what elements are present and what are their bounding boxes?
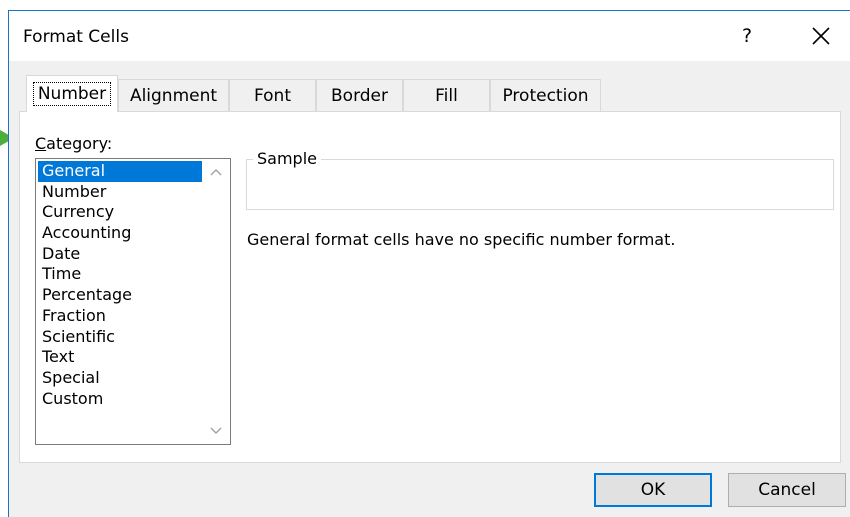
category-label: Category: bbox=[35, 134, 112, 153]
tab-fill[interactable]: Fill bbox=[403, 79, 490, 111]
sample-legend: Sample bbox=[253, 149, 321, 168]
ok-button-label: OK bbox=[640, 480, 666, 500]
tab-label: Fill bbox=[435, 85, 458, 106]
help-icon: ? bbox=[741, 25, 753, 47]
category-item-fraction[interactable]: Fraction bbox=[38, 306, 202, 327]
tab-label: Font bbox=[253, 85, 291, 106]
category-item-accounting[interactable]: Accounting bbox=[38, 223, 202, 244]
close-button[interactable] bbox=[801, 19, 841, 53]
sample-group: Sample bbox=[246, 149, 834, 210]
dialog-title: Format Cells bbox=[23, 27, 129, 47]
category-item-time[interactable]: Time bbox=[38, 264, 202, 285]
category-item-special[interactable]: Special bbox=[38, 368, 202, 389]
category-item-percentage[interactable]: Percentage bbox=[38, 285, 202, 306]
ok-button[interactable]: OK bbox=[594, 473, 712, 507]
number-tab-panel: Category: General Number Currency Accoun… bbox=[19, 111, 841, 463]
category-scrollbar[interactable] bbox=[202, 159, 230, 444]
tab-protection[interactable]: Protection bbox=[490, 79, 601, 111]
chevron-up-icon[interactable] bbox=[208, 164, 224, 180]
tab-number[interactable]: Number bbox=[26, 75, 118, 112]
category-item-custom[interactable]: Custom bbox=[38, 389, 202, 410]
format-description: General format cells have no specific nu… bbox=[247, 230, 676, 249]
tab-label: Protection bbox=[502, 85, 589, 106]
close-icon bbox=[812, 27, 830, 45]
category-list: General Number Currency Accounting Date … bbox=[38, 161, 202, 409]
tab-label: Border bbox=[331, 85, 388, 106]
cancel-button[interactable]: Cancel bbox=[728, 473, 846, 507]
cancel-button-label: Cancel bbox=[758, 480, 816, 500]
category-item-currency[interactable]: Currency bbox=[38, 202, 202, 223]
category-item-date[interactable]: Date bbox=[38, 244, 202, 265]
category-item-general[interactable]: General bbox=[38, 161, 202, 182]
tab-alignment[interactable]: Alignment bbox=[118, 79, 229, 111]
tab-label: Alignment bbox=[129, 85, 218, 106]
tab-font[interactable]: Font bbox=[229, 79, 316, 111]
category-label-text: ategory: bbox=[46, 134, 113, 153]
category-item-number[interactable]: Number bbox=[38, 182, 202, 203]
title-bar: Format Cells ? bbox=[9, 11, 850, 61]
category-item-text[interactable]: Text bbox=[38, 347, 202, 368]
category-item-scientific[interactable]: Scientific bbox=[38, 327, 202, 348]
chevron-down-icon[interactable] bbox=[208, 423, 224, 439]
category-listbox[interactable]: General Number Currency Accounting Date … bbox=[35, 158, 231, 445]
format-cells-dialog: Format Cells ? Number Alignment Font Bor… bbox=[8, 10, 850, 517]
tab-label: Number bbox=[32, 82, 112, 106]
tab-border[interactable]: Border bbox=[316, 79, 403, 111]
help-button[interactable]: ? bbox=[732, 19, 762, 53]
category-label-accesskey: C bbox=[35, 134, 47, 153]
